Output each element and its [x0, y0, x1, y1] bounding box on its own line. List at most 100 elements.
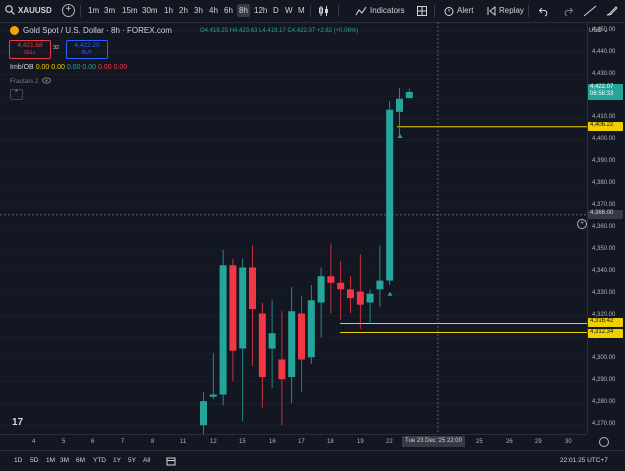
- symbol-search-button[interactable]: XAUUSD: [18, 4, 52, 17]
- indicators-button[interactable]: Indicators: [370, 4, 405, 17]
- horizontal-levels: [340, 126, 587, 333]
- candle: [200, 392, 207, 434]
- time-tick-label: 8: [151, 439, 155, 445]
- interval-8h-active[interactable]: 8h: [237, 4, 250, 17]
- interval-1h[interactable]: 1h: [164, 4, 173, 17]
- replay-icon[interactable]: [485, 5, 497, 17]
- price-tick-label: 4,440.00: [592, 48, 616, 55]
- alert-clock-icon[interactable]: [443, 5, 455, 17]
- time-tick-label: 16: [269, 439, 276, 445]
- interval-30m[interactable]: 30m: [142, 4, 158, 17]
- time-axis[interactable]: [0, 434, 587, 451]
- ohlc-high: 4,423.63: [234, 28, 258, 34]
- time-tick-label: 5: [62, 439, 66, 445]
- range-1m[interactable]: 1M: [46, 457, 55, 464]
- candle-body: [219, 265, 227, 395]
- candle-body: [386, 109, 394, 281]
- eye-icon[interactable]: [42, 77, 52, 84]
- layout-grid-icon[interactable]: [416, 5, 428, 17]
- time-tick-label: 18: [327, 439, 334, 445]
- candle: [249, 245, 256, 367]
- time-tick-label: 30: [565, 439, 572, 445]
- imb-value: 0.00: [82, 64, 97, 71]
- clock-timezone[interactable]: 22:01:25 UTC+7: [560, 457, 608, 464]
- candles-chart-type-icon[interactable]: [318, 5, 330, 17]
- add-symbol-icon[interactable]: +: [62, 4, 75, 17]
- price-tick-label: 4,430.00: [592, 70, 616, 77]
- interval-m[interactable]: M: [298, 4, 305, 17]
- tradingview-logo: 17: [12, 417, 24, 428]
- candle: [288, 287, 296, 404]
- candle-body: [405, 91, 413, 99]
- time-tick-label: 15: [239, 439, 246, 445]
- undo-icon[interactable]: [538, 5, 550, 17]
- collapse-legend-chevron-icon[interactable]: ⌃: [10, 89, 23, 100]
- interval-4h[interactable]: 4h: [209, 4, 218, 17]
- range-1y[interactable]: 1Y: [113, 457, 121, 464]
- time-tick-label: 26: [506, 439, 513, 445]
- interval-d[interactable]: D: [273, 4, 279, 17]
- candle-body: [376, 280, 384, 290]
- time-tick-label: 17: [298, 439, 305, 445]
- interval-15m[interactable]: 15m: [122, 4, 138, 17]
- buy-button[interactable]: 4,422.20 BUY: [66, 40, 108, 59]
- candle-body: [356, 291, 364, 305]
- add-alert-plus-icon[interactable]: +: [577, 219, 587, 229]
- time-tick-label: 12: [210, 439, 217, 445]
- buy-label: BUY: [81, 50, 93, 56]
- gear-icon[interactable]: [599, 437, 609, 447]
- fractals-indicator-legend[interactable]: Fractals 2: [10, 77, 52, 85]
- interval-2h[interactable]: 2h: [179, 4, 188, 17]
- calendar-icon[interactable]: [166, 456, 176, 466]
- price-tick-label: 4,370.00: [592, 202, 616, 209]
- candle: [405, 88, 413, 99]
- price-tick-label: 4,270.00: [592, 421, 616, 428]
- sell-button[interactable]: 4,421.68 SELL: [9, 40, 51, 59]
- interval-3h[interactable]: 3h: [194, 4, 203, 17]
- fractals-label: Fractals 2: [10, 78, 39, 85]
- interval-12h[interactable]: 12h: [254, 4, 267, 17]
- imb-value: 0.00: [98, 64, 112, 71]
- range-1d[interactable]: 1D: [14, 457, 22, 464]
- replay-button[interactable]: Replay: [499, 4, 524, 17]
- candle: [307, 284, 315, 364]
- imb-ob-label: Imb/OB: [10, 64, 34, 71]
- time-tick-label: 11: [180, 439, 187, 445]
- imb-value: 0.00: [113, 64, 128, 71]
- indicators-icon[interactable]: [355, 5, 367, 17]
- line-tool-icon[interactable]: [583, 5, 597, 17]
- search-icon[interactable]: [4, 4, 16, 16]
- interval-3m[interactable]: 3m: [104, 4, 115, 17]
- time-tick-label: 4: [32, 439, 36, 445]
- interval-w[interactable]: W: [285, 4, 293, 17]
- candle-body: [347, 289, 354, 299]
- candle-body: [209, 394, 217, 397]
- fractal-up-marker: [397, 133, 403, 138]
- candle-body: [249, 267, 256, 310]
- price-tick-label: 4,350.00: [592, 245, 616, 252]
- imb-ob-indicator-legend[interactable]: Imb/OB 0.00 0.00 0.00 0.00 0.00 0.00: [10, 64, 127, 71]
- candle: [258, 302, 266, 408]
- price-chart[interactable]: [0, 22, 587, 434]
- last-price-value: 4,422.07: [590, 83, 614, 90]
- interval-1m[interactable]: 1m: [88, 4, 99, 17]
- candle: [337, 260, 345, 321]
- range-3m[interactable]: 3M: [60, 457, 69, 464]
- candle: [376, 245, 384, 307]
- candle: [268, 300, 276, 388]
- price-tick-label: 4,300.00: [592, 355, 616, 362]
- brush-tool-icon[interactable]: [605, 5, 619, 17]
- range-5d[interactable]: 5D: [30, 457, 38, 464]
- alert-button[interactable]: Alert: [457, 4, 473, 17]
- candle: [347, 276, 354, 314]
- candle-body: [327, 276, 335, 283]
- range-6m[interactable]: 6M: [76, 457, 85, 464]
- level-upper-label: 4,406.22: [588, 122, 623, 132]
- range-ytd[interactable]: YTD: [93, 457, 106, 464]
- range-5y[interactable]: 5Y: [128, 457, 136, 464]
- candle: [239, 258, 247, 421]
- candle-body: [278, 359, 286, 380]
- range-all[interactable]: All: [143, 457, 150, 464]
- redo-icon[interactable]: [562, 5, 574, 17]
- interval-6h[interactable]: 6h: [224, 4, 233, 17]
